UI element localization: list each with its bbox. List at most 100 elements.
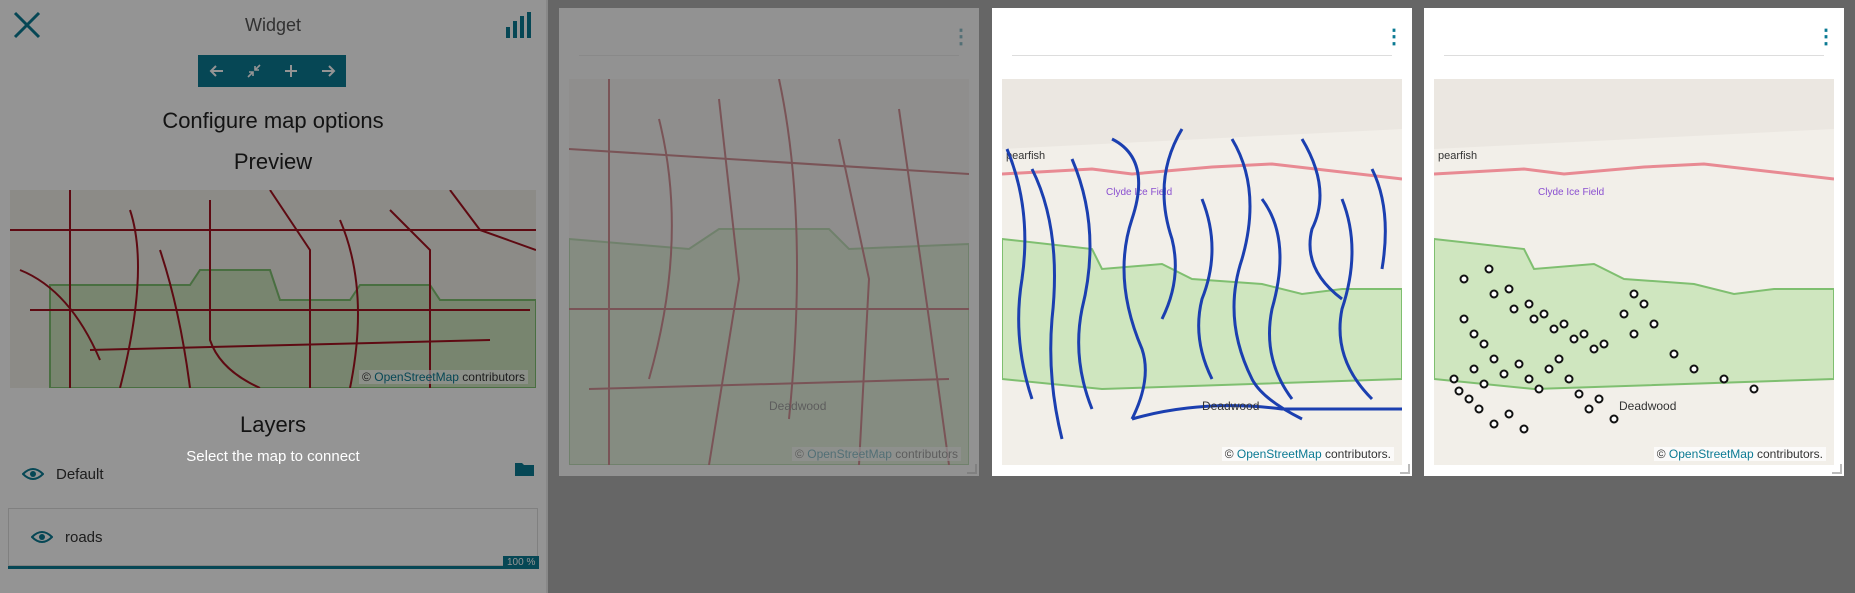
eye-icon[interactable] [31, 530, 53, 544]
point-marker[interactable] [1524, 374, 1534, 384]
point-marker[interactable] [1489, 354, 1499, 364]
point-marker[interactable] [1474, 404, 1484, 414]
resize-handle[interactable] [967, 464, 977, 474]
place-label: Deadwood [769, 399, 826, 413]
card-map-canvas: Deadwood [569, 79, 969, 465]
map-attribution: © OpenStreetMap contributors [359, 370, 528, 384]
layer-label-default: Default [56, 465, 104, 483]
resize-handle[interactable] [1832, 464, 1842, 474]
point-marker[interactable] [1504, 284, 1514, 294]
map-card-roads[interactable]: ⋮ Deadwood © OpenStreetMap contributors [559, 8, 979, 476]
point-marker[interactable] [1619, 309, 1629, 319]
point-marker[interactable] [1464, 394, 1474, 404]
airport-label: Clyde Ice Field [1538, 187, 1604, 198]
point-marker[interactable] [1749, 384, 1759, 394]
point-marker[interactable] [1669, 349, 1679, 359]
attribution-prefix: © [795, 447, 804, 461]
back-button[interactable] [198, 55, 235, 87]
widget-title: Widget [244, 15, 302, 35]
point-marker[interactable] [1499, 369, 1509, 379]
point-marker[interactable] [1459, 274, 1469, 284]
kebab-menu-icon[interactable]: ⋮ [1384, 25, 1404, 49]
attribution-prefix: © [1656, 447, 1666, 461]
point-marker[interactable] [1639, 299, 1649, 309]
osm-link[interactable]: OpenStreetMap [807, 447, 892, 461]
point-marker[interactable] [1649, 319, 1659, 329]
point-marker[interactable] [1479, 379, 1489, 389]
osm-link[interactable]: OpenStreetMap [1237, 447, 1322, 461]
point-marker[interactable] [1449, 374, 1459, 384]
add-button[interactable] [272, 55, 309, 87]
card-map[interactable]: Deadwood © OpenStreetMap contributors [569, 79, 969, 465]
point-marker[interactable] [1524, 299, 1534, 309]
forward-button[interactable] [309, 55, 346, 87]
attribution-suffix: contributors. [1324, 447, 1391, 461]
eye-icon[interactable] [22, 467, 44, 481]
point-marker[interactable] [1609, 414, 1619, 424]
point-marker[interactable] [1539, 309, 1549, 319]
point-marker[interactable] [1549, 324, 1559, 334]
widget-panel: Widget Configure map options Preview © O… [0, 0, 548, 593]
panel-header: Widget [0, 0, 546, 50]
resize-handle[interactable] [1400, 464, 1410, 474]
attribution-suffix: contributors. [1756, 447, 1823, 461]
point-marker[interactable] [1574, 389, 1584, 399]
point-marker[interactable] [1719, 374, 1729, 384]
card-map[interactable]: pearfish Clyde Ice Field Deadwood © Open… [1002, 79, 1402, 465]
map-card-points[interactable]: ⋮ pearfish Clyde Ice Field Deadwood © Op… [1424, 8, 1844, 476]
preview-title: Preview [233, 149, 313, 174]
point-marker[interactable] [1689, 364, 1699, 374]
point-marker[interactable] [1589, 344, 1599, 354]
attribution-suffix: contributors [895, 447, 958, 461]
plus-icon [284, 65, 297, 77]
point-marker[interactable] [1629, 289, 1639, 299]
point-marker[interactable] [1519, 424, 1529, 434]
point-marker[interactable] [1544, 364, 1554, 374]
point-marker[interactable] [1469, 364, 1479, 374]
point-marker[interactable] [1534, 384, 1544, 394]
point-marker[interactable] [1594, 394, 1604, 404]
osm-link[interactable]: OpenStreetMap [374, 370, 459, 384]
arrow-right-icon [321, 65, 335, 77]
map-attribution: © OpenStreetMap contributors. [1653, 447, 1826, 461]
map-card-rivers[interactable]: ⋮ pearfish Clyde Ice Field Deadwood © Op… [992, 8, 1412, 476]
point-marker[interactable] [1529, 314, 1539, 324]
attribution-prefix: © [362, 370, 371, 384]
osm-link[interactable]: OpenStreetMap [1669, 447, 1754, 461]
point-marker[interactable] [1514, 359, 1524, 369]
point-marker[interactable] [1584, 404, 1594, 414]
point-marker[interactable] [1579, 329, 1589, 339]
point-marker[interactable] [1559, 319, 1569, 329]
point-marker[interactable] [1454, 386, 1464, 396]
point-marker[interactable] [1479, 339, 1489, 349]
preview-map[interactable]: © OpenStreetMap contributors [10, 190, 536, 388]
card-divider [1444, 55, 1824, 56]
point-marker[interactable] [1489, 289, 1499, 299]
map-attribution: © OpenStreetMap contributors [792, 447, 961, 461]
kebab-menu-icon[interactable]: ⋮ [1816, 25, 1836, 49]
place-label: Deadwood [1619, 399, 1676, 413]
point-marker[interactable] [1509, 304, 1519, 314]
place-label: Deadwood [1202, 399, 1259, 413]
opacity-slider[interactable] [8, 566, 510, 569]
kebab-menu-icon[interactable]: ⋮ [951, 25, 971, 49]
point-marker[interactable] [1599, 339, 1609, 349]
collapse-button[interactable] [235, 55, 272, 87]
point-marker[interactable] [1459, 314, 1469, 324]
card-map[interactable]: pearfish Clyde Ice Field Deadwood © Open… [1434, 79, 1834, 465]
point-marker[interactable] [1554, 354, 1564, 364]
opacity-value: 100 % [503, 556, 540, 569]
collapse-icon [246, 64, 261, 78]
layer-row-roads[interactable]: roads [8, 508, 538, 566]
point-marker[interactable] [1564, 374, 1574, 384]
point-marker[interactable] [1569, 334, 1579, 344]
point-marker[interactable] [1469, 329, 1479, 339]
point-marker[interactable] [1489, 419, 1499, 429]
point-marker[interactable] [1504, 409, 1514, 419]
point-marker[interactable] [1484, 264, 1494, 274]
bar-chart-icon[interactable] [504, 10, 534, 40]
card-divider [1012, 55, 1392, 56]
select-map-message: Select the map to connect [186, 448, 360, 465]
layer-label-roads: roads [65, 528, 103, 546]
point-marker[interactable] [1629, 329, 1639, 339]
